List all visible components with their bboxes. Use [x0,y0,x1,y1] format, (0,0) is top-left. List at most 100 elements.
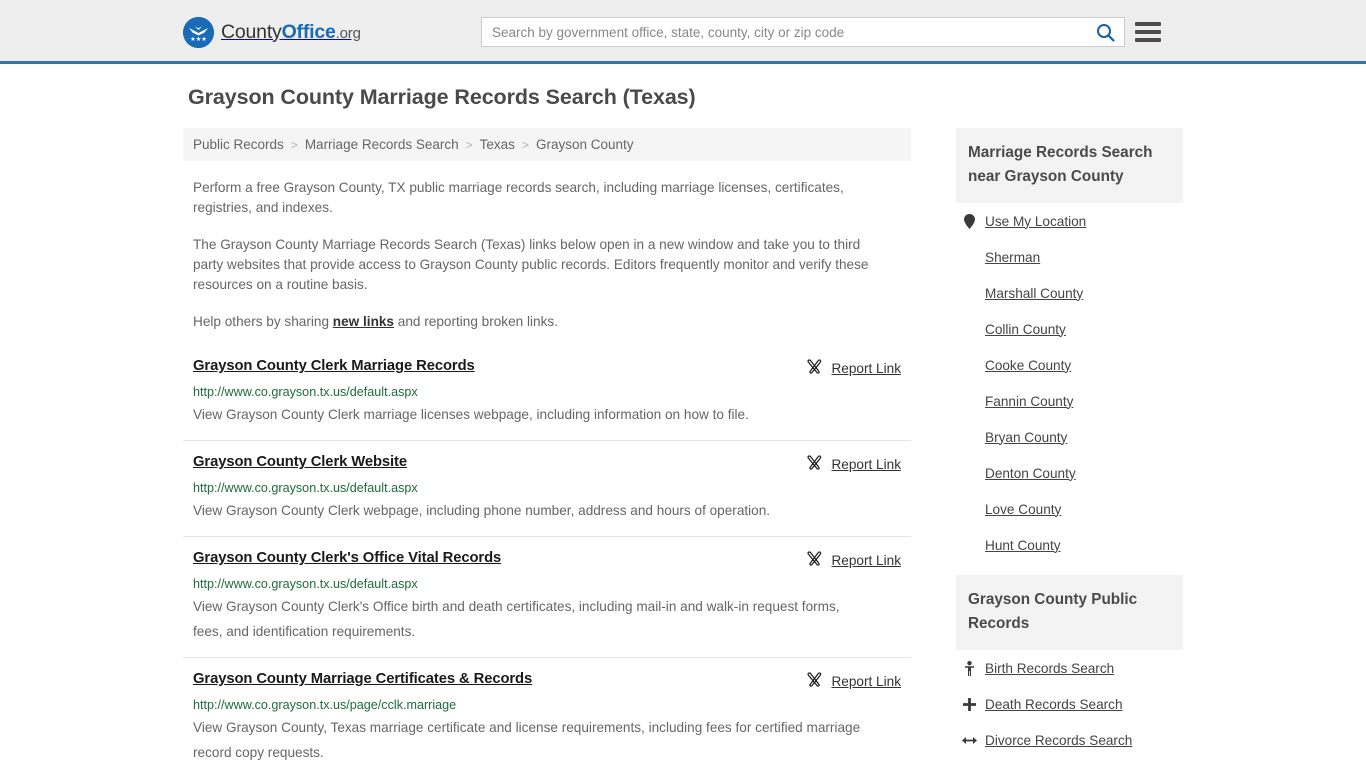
report-link-label: Report Link [831,552,901,568]
sidebar-link[interactable]: Cooke County [985,358,1071,373]
report-link-label: Report Link [831,456,901,472]
sidebar-item-genealogy-search[interactable]: ? Genealogy Search [956,758,1183,768]
broken-link-icon [806,359,823,377]
sidebar-item-bryan-county[interactable]: Bryan County [956,419,1183,455]
report-link-label: Report Link [831,673,901,689]
menu-bar [1135,30,1161,34]
results-list: Grayson County Clerk Marriage Records Re… [183,358,911,768]
main-column: Public Records > Marriage Records Search… [183,128,911,768]
report-link-button[interactable]: Report Link [806,359,901,377]
result-url: http://www.co.grayson.tx.us/default.aspx [193,577,418,591]
broken-link-icon [806,551,823,569]
result-header: Grayson County Clerk's Office Vital Reco… [193,550,911,569]
sidebar-item-hunt-county[interactable]: Hunt County [956,527,1183,563]
sidebar-item-collin-county[interactable]: Collin County [956,311,1183,347]
sidebar-link[interactable]: Bryan County [985,430,1067,445]
result-url: http://www.co.grayson.tx.us/default.aspx [193,481,418,495]
sidebar-item-marshall-county[interactable]: Marshall County [956,275,1183,311]
sidebar-link[interactable]: Death Records Search [985,697,1123,712]
logo-text-part3: .org [335,24,361,42]
hamburger-menu-icon[interactable] [1135,19,1161,45]
page-title: Grayson County Marriage Records Search (… [188,85,696,109]
menu-bar [1135,22,1161,26]
logo-text-part2: Office [281,20,336,43]
site-header: ★★★ CountyOffice.org [0,0,1366,64]
sidebar-link[interactable]: Divorce Records Search [985,733,1132,748]
sidebar-heading-public-records: Grayson County Public Records [956,575,1183,650]
sidebar-link[interactable]: Collin County [985,322,1066,337]
intro-paragraph-2: The Grayson County Marriage Records Sear… [193,237,869,292]
broken-link-icon [806,672,823,690]
sidebar-link[interactable]: Hunt County [985,538,1061,553]
result-header: Grayson County Marriage Certificates & R… [193,671,911,690]
breadcrumb-separator: > [465,137,473,152]
page-container: Grayson County Marriage Records Search (… [183,64,1183,768]
sidebar-link[interactable]: Fannin County [985,394,1073,409]
baby-icon [962,660,977,676]
result-header: Grayson County Clerk Marriage Records Re… [193,358,911,377]
intro-text-after: and reporting broken links. [394,314,558,329]
report-link-button[interactable]: Report Link [806,672,901,690]
result-item: Grayson County Clerk's Office Vital Reco… [183,550,911,658]
intro-paragraph-3: Help others by sharing new links and rep… [193,312,881,332]
sidebar-link[interactable]: Denton County [985,466,1076,481]
sidebar-nearby-list: Use My Location Sherman Marshall County … [956,203,1183,563]
sidebar-public-records-list: Birth Records Search Death Records Searc… [956,650,1183,768]
result-description: View Grayson County, Texas marriage cert… [193,720,861,760]
sidebar-heading-nearby: Marriage Records Search near Grayson Cou… [956,128,1183,203]
sidebar-item-use-my-location[interactable]: Use My Location [956,203,1183,239]
report-link-button[interactable]: Report Link [806,551,901,569]
breadcrumb-separator: > [290,137,298,152]
site-logo[interactable]: ★★★ CountyOffice.org [183,16,361,48]
breadcrumb-separator: > [521,137,529,152]
result-title-link[interactable]: Grayson County Marriage Certificates & R… [193,671,532,687]
result-title-link[interactable]: Grayson County Clerk Marriage Records [193,358,475,374]
logo-wordmark: CountyOffice.org [221,21,361,44]
breadcrumb-item-public-records[interactable]: Public Records [193,137,284,152]
map-pin-icon [962,213,977,229]
result-header: Grayson County Clerk Website Report Link [193,454,911,473]
sidebar-item-divorce-records-search[interactable]: Divorce Records Search [956,722,1183,758]
result-description: View Grayson County Clerk webpage, inclu… [193,503,771,518]
sidebar-link[interactable]: Sherman [985,250,1040,265]
svg-text:★★★: ★★★ [190,36,207,43]
search-bar [481,17,1125,47]
sidebar-item-love-county[interactable]: Love County [956,491,1183,527]
report-link-label: Report Link [831,360,901,376]
breadcrumb-item-texas[interactable]: Texas [480,137,515,152]
logo-text-part1: County [221,20,282,43]
sidebar: Marriage Records Search near Grayson Cou… [956,128,1183,768]
intro-text-before: Help others by sharing [193,314,333,329]
breadcrumb-item-grayson-county[interactable]: Grayson County [536,137,634,152]
sidebar-link[interactable]: Use My Location [985,214,1086,229]
sidebar-item-birth-records-search[interactable]: Birth Records Search [956,650,1183,686]
sidebar-link[interactable]: Birth Records Search [985,661,1114,676]
left-right-arrow-icon [962,735,977,746]
content-columns: Public Records > Marriage Records Search… [183,128,1183,768]
result-item: Grayson County Clerk Marriage Records Re… [183,358,911,441]
sidebar-link[interactable]: Love County [985,502,1061,517]
sidebar-item-sherman[interactable]: Sherman [956,239,1183,275]
result-description: View Grayson County Clerk's Office birth… [193,599,840,639]
result-title-link[interactable]: Grayson County Clerk's Office Vital Reco… [193,550,501,566]
broken-link-icon [806,455,823,473]
sidebar-item-denton-county[interactable]: Denton County [956,455,1183,491]
menu-bar [1135,38,1161,42]
result-title-link[interactable]: Grayson County Clerk Website [193,454,407,470]
sidebar-item-death-records-search[interactable]: Death Records Search [956,686,1183,722]
breadcrumb: Public Records > Marriage Records Search… [183,128,911,161]
new-links-link[interactable]: new links [333,314,394,329]
sidebar-item-fannin-county[interactable]: Fannin County [956,383,1183,419]
search-input[interactable] [482,18,1086,46]
result-url: http://www.co.grayson.tx.us/default.aspx [193,385,418,399]
result-item: Grayson County Clerk Website Report Link [183,454,911,537]
breadcrumb-item-marriage-records-search[interactable]: Marriage Records Search [305,137,459,152]
sidebar-link[interactable]: Marshall County [985,286,1083,301]
report-link-button[interactable]: Report Link [806,455,901,473]
search-icon[interactable] [1086,18,1124,46]
header-inner: ★★★ CountyOffice.org [183,0,1183,64]
eagle-seal-icon: ★★★ [183,16,214,48]
result-item: Grayson County Marriage Certificates & R… [183,671,911,768]
sidebar-item-cooke-county[interactable]: Cooke County [956,347,1183,383]
